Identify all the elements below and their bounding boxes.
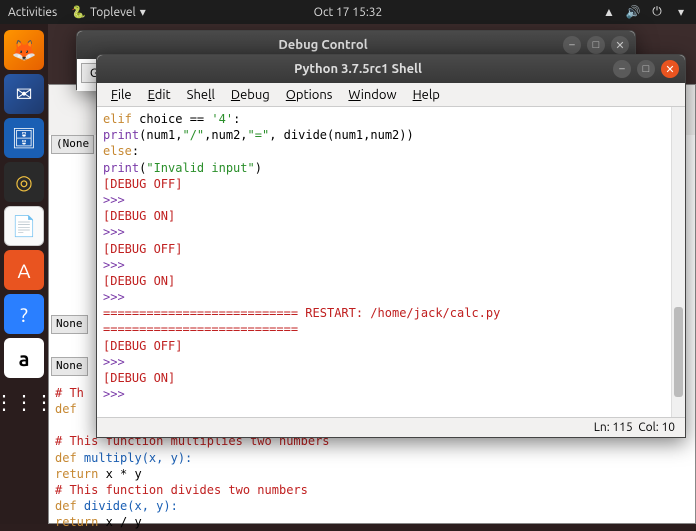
shell-text-area[interactable]: elif choice == '4': print(num1,"/",num2,… [97, 107, 685, 417]
desktop-area: (None None None # Th def # This function… [48, 24, 696, 524]
line-indicator: Ln: 115 [594, 421, 633, 434]
python-icon: 🐍 [71, 5, 86, 19]
label-none: (None [51, 135, 94, 154]
shell-statusbar: Ln: 115 Col: 10 [97, 417, 685, 437]
activities-button[interactable]: Activities [8, 6, 57, 19]
menu-window[interactable]: Window [342, 86, 402, 104]
launcher-dock: 🦊 ✉ 🗄 ◎ 📄 A ? a ⋮⋮⋮ [0, 24, 48, 524]
chevron-down-icon: ▾ [140, 5, 146, 19]
label-none: None [51, 357, 88, 376]
minimize-button[interactable]: – [613, 60, 631, 78]
shell-titlebar[interactable]: Python 3.7.5rc1 Shell – □ ✕ [97, 55, 685, 83]
menu-edit[interactable]: Edit [142, 86, 177, 104]
menu-help[interactable]: Help [407, 86, 446, 104]
menu-shell[interactable]: Shell [181, 86, 221, 104]
rhythmbox-launcher[interactable]: ◎ [4, 162, 44, 202]
menu-debug[interactable]: Debug [225, 86, 276, 104]
software-launcher[interactable]: A [4, 250, 44, 290]
writer-launcher[interactable]: 📄 [4, 206, 44, 246]
shell-menubar: File Edit Shell Debug Options Window Hel… [97, 83, 685, 107]
firefox-launcher[interactable]: 🦊 [4, 30, 44, 70]
volume-icon[interactable]: 🔊 [626, 5, 640, 19]
chevron-down-icon[interactable]: ▾ [674, 5, 688, 19]
shell-title: Python 3.7.5rc1 Shell [103, 62, 613, 76]
thunderbird-launcher[interactable]: ✉ [4, 74, 44, 114]
close-button[interactable]: ✕ [611, 36, 629, 54]
network-icon[interactable]: ▲ [602, 5, 616, 19]
show-apps-launcher[interactable]: ⋮⋮⋮ [4, 382, 44, 422]
label-none: None [51, 315, 88, 334]
close-button[interactable]: ✕ [661, 60, 679, 78]
column-indicator: Col: 10 [638, 421, 675, 434]
help-launcher[interactable]: ? [4, 294, 44, 334]
maximize-button[interactable]: □ [587, 36, 605, 54]
minimize-button[interactable]: – [563, 36, 581, 54]
maximize-button[interactable]: □ [637, 60, 655, 78]
python-shell-window[interactable]: Python 3.7.5rc1 Shell – □ ✕ File Edit Sh… [96, 54, 686, 438]
debug-title: Debug Control [83, 38, 563, 52]
app-menu[interactable]: 🐍 Toplevel ▾ [71, 5, 146, 19]
power-icon[interactable]: ⏻ [650, 5, 664, 19]
top-panel: Activities 🐍 Toplevel ▾ Oct 17 15:32 ▲ 🔊… [0, 0, 696, 24]
menu-options[interactable]: Options [280, 86, 339, 104]
scroll-thumb[interactable] [674, 307, 683, 397]
vertical-scrollbar[interactable] [671, 107, 685, 417]
clock[interactable]: Oct 17 15:32 [314, 6, 383, 19]
amazon-launcher[interactable]: a [4, 338, 44, 378]
menu-file[interactable]: File [105, 86, 138, 104]
files-launcher[interactable]: 🗄 [4, 118, 44, 158]
